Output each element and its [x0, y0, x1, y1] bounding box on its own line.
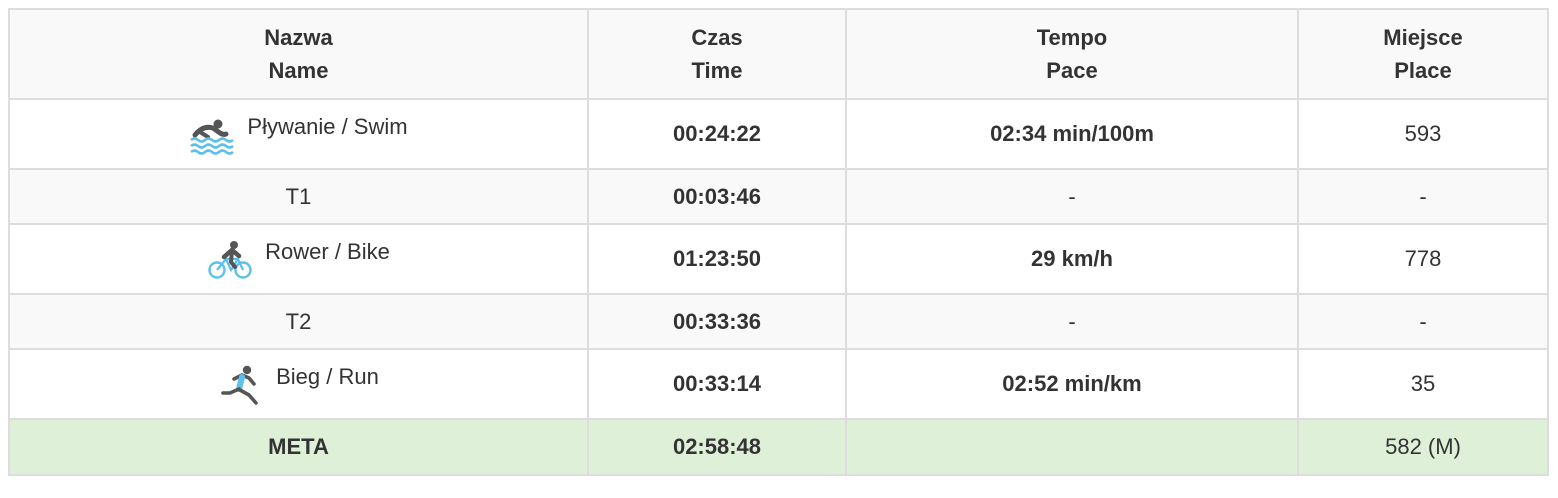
- header-pace: Tempo Pace: [845, 8, 1299, 100]
- header-name: Nazwa Name: [8, 8, 589, 100]
- header-time: Czas Time: [587, 8, 847, 100]
- header-time-en: Time: [691, 58, 743, 83]
- cell-pace: -: [845, 168, 1299, 225]
- table-row-t1: T1 00:03:46 - -: [8, 168, 1549, 225]
- cell-name: T1: [8, 168, 589, 225]
- cell-place: 778: [1297, 223, 1549, 295]
- cell-pace: 02:52 min/km: [845, 348, 1299, 420]
- cell-name: T2: [8, 293, 589, 350]
- header-place-en: Place: [1394, 58, 1452, 83]
- header-time-pl: Czas: [691, 25, 743, 50]
- swim-icon: [189, 115, 235, 155]
- cell-place: -: [1297, 293, 1549, 350]
- row-name-label: Rower / Bike: [265, 239, 390, 264]
- cell-pace: 02:34 min/100m: [845, 98, 1299, 170]
- cell-place: 593: [1297, 98, 1549, 170]
- cell-place: -: [1297, 168, 1549, 225]
- header-name-pl: Nazwa: [264, 25, 333, 50]
- table-row-run: Bieg / Run 00:33:14 02:52 min/km 35: [8, 348, 1549, 420]
- cell-time: 00:33:14: [587, 348, 847, 420]
- cell-time: 02:58:48: [587, 418, 847, 476]
- cell-time: 00:33:36: [587, 293, 847, 350]
- results-table-container: Nazwa Name Czas Time Tempo Pace Miejsce …: [8, 8, 1549, 476]
- cell-pace: [845, 418, 1299, 476]
- table-header-row: Nazwa Name Czas Time Tempo Pace Miejsce …: [8, 8, 1549, 100]
- row-name-label: Bieg / Run: [276, 364, 379, 389]
- cell-name: Rower / Bike: [8, 223, 589, 295]
- header-pace-en: Pace: [1046, 58, 1098, 83]
- cell-time: 00:24:22: [587, 98, 847, 170]
- table-row-finish: META 02:58:48 582 (M): [8, 418, 1549, 476]
- cell-name: Pływanie / Swim: [8, 98, 589, 170]
- results-table: Nazwa Name Czas Time Tempo Pace Miejsce …: [8, 8, 1549, 476]
- table-row-bike: Rower / Bike 01:23:50 29 km/h 778: [8, 223, 1549, 295]
- header-place-pl: Miejsce: [1383, 25, 1463, 50]
- cell-place: 582 (M): [1297, 418, 1549, 476]
- header-name-en: Name: [268, 58, 329, 83]
- cell-name: Bieg / Run: [8, 348, 589, 420]
- cell-time: 00:03:46: [587, 168, 847, 225]
- row-name-label: Pływanie / Swim: [247, 114, 408, 139]
- header-place: Miejsce Place: [1297, 8, 1549, 100]
- cell-time: 01:23:50: [587, 223, 847, 295]
- cell-pace: -: [845, 293, 1299, 350]
- table-row-t2: T2 00:33:36 - -: [8, 293, 1549, 350]
- cell-pace: 29 km/h: [845, 223, 1299, 295]
- bike-icon: [207, 240, 253, 280]
- header-pace-pl: Tempo: [1036, 25, 1108, 50]
- cell-name: META: [8, 418, 589, 476]
- cell-place: 35: [1297, 348, 1549, 420]
- run-icon: [218, 365, 264, 405]
- table-row-swim: Pływanie / Swim 00:24:22 02:34 min/100m …: [8, 98, 1549, 170]
